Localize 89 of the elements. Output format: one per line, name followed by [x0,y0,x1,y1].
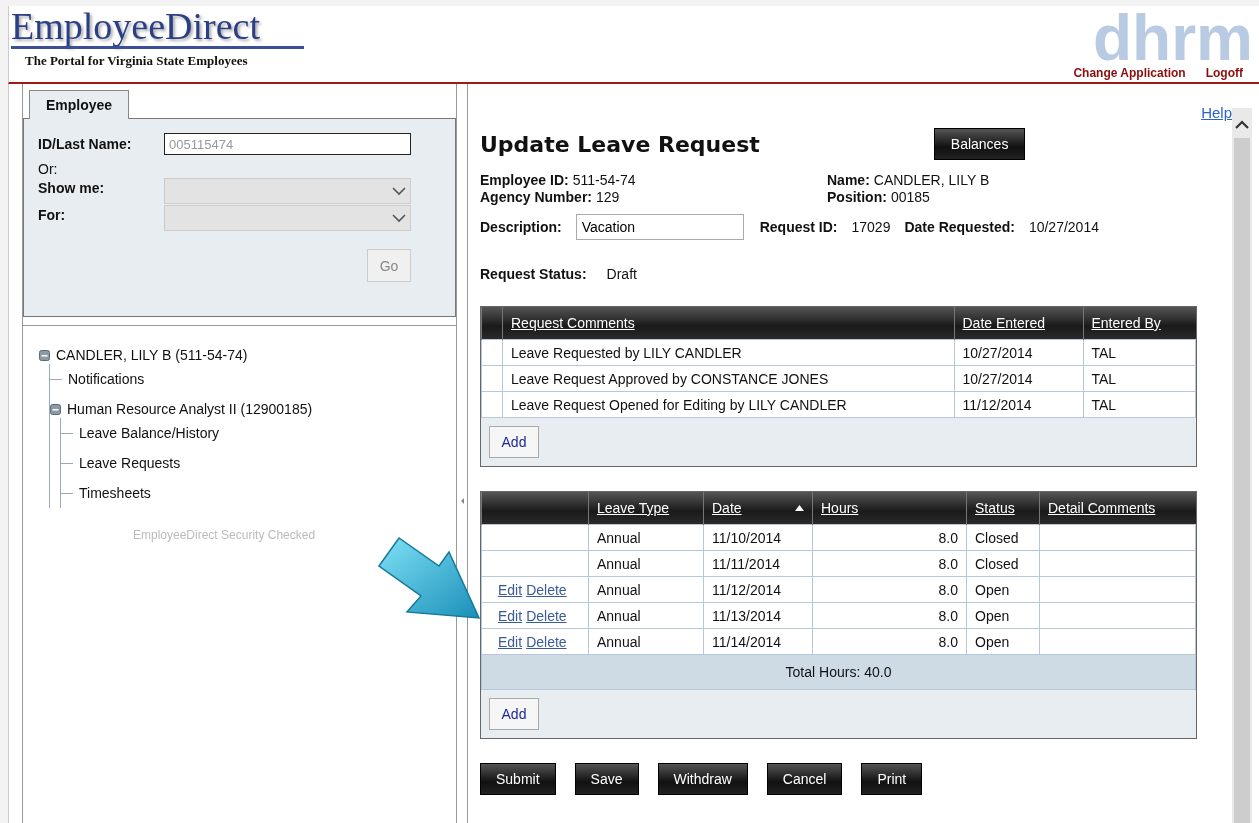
logo-title: EmployeeDirect [11,6,261,46]
table-cell: Closed [966,524,1040,551]
table-cell: Annual [588,576,704,603]
row-action-link[interactable]: Edit [498,633,523,650]
chevron-down-icon [392,186,406,196]
table-cell: 11/10/2014 [703,524,813,551]
scrollbar[interactable] [1232,108,1252,823]
column-header[interactable]: Request Comments [511,315,635,331]
table-cell: Leave Request Opened for Editing by LILY CANDLER [502,391,954,418]
id-field[interactable]: 005115474 [164,133,411,155]
table-cell: 11/12/2014 [703,576,813,603]
table-cell: Annual [588,524,704,551]
field-label: Show me: [38,179,106,196]
field-label: For: [38,206,67,223]
page-title: Update Leave Request [480,131,760,157]
table-cell: Open [966,628,1040,655]
collapse-icon[interactable] [50,403,61,415]
table-cell: Leave Request Approved by CONSTANCE JONES [502,365,954,392]
tree-item[interactable]: Notifications [68,371,145,387]
tree-item[interactable]: Leave Balance/History [79,425,220,441]
action-button[interactable]: Withdraw [657,763,748,795]
logo-tagline: The Portal for Virginia State Employees [24,52,249,69]
field-label: ID/Last Name: [38,136,133,152]
tree-item[interactable]: Timesheets [79,485,151,501]
scroll-up-icon[interactable] [1235,120,1249,130]
row-action-link[interactable]: Edit [498,581,523,598]
field-value: 129 [596,189,620,206]
collapse-handle-icon[interactable] [460,498,464,504]
tree-item[interactable]: Human Resource Analyst II (12900185) [67,401,313,417]
tree-item[interactable]: Leave Requests [79,455,181,471]
field-value: 17029 [851,219,891,235]
field-value: 10/27/2014 [1028,219,1099,235]
column-header[interactable]: Hours [821,500,859,516]
table-cell: 8.0 [812,628,967,655]
field-value: 00185 [890,189,930,206]
row-action-link[interactable]: Delete [526,633,567,650]
add-button[interactable]: Add [489,698,539,730]
table-cell: 8.0 [812,576,967,603]
table-cell: Annual [588,550,704,577]
field-label: Employee ID: [480,172,569,189]
table-cell: TAL [1083,391,1196,418]
collapse-icon[interactable] [39,349,50,361]
header-link[interactable]: Change Application [1073,66,1186,80]
table-cell: 11/11/2014 [703,550,813,577]
field-label: Agency Number: [480,189,593,206]
field-value: CANDLER, LILY B [873,172,990,189]
help-link[interactable]: Help [1201,104,1232,124]
column-header[interactable]: Date [712,500,742,516]
table-cell: 10/27/2014 [954,339,1083,366]
action-button[interactable]: Save [574,763,639,795]
field-label: Description: [480,219,562,235]
table-cell: Open [966,602,1040,629]
field-label: Date Requested: [904,219,1015,235]
or-label: Or: [38,161,59,177]
header-link[interactable]: Logoff [1205,66,1243,80]
field-label: Request ID: [759,219,838,235]
table-cell: TAL [1083,365,1196,392]
tab[interactable]: Employee [29,90,130,119]
table-cell: 11/14/2014 [703,628,813,655]
action-button[interactable]: Cancel [766,763,843,795]
field-value: Draft [606,266,637,282]
table-cell: 8.0 [812,550,967,577]
table-cell: 11/13/2014 [703,602,813,629]
security-note: EmployeeDirect Security Checked [133,528,317,542]
table-cell: TAL [1083,339,1196,366]
table-cell: 10/27/2014 [954,365,1083,392]
total-hours: Total Hours: 40.0 [785,664,892,680]
table-cell: Closed [966,550,1040,577]
field-label: Request Status: [480,266,587,282]
row-action-link[interactable]: Delete [526,607,567,624]
balances-button[interactable]: Balances [933,128,1026,160]
row-action-link[interactable]: Delete [526,581,567,598]
table-cell: 8.0 [812,602,967,629]
field-value: 511-54-74 [572,172,636,189]
description-field[interactable]: Vacation [575,214,744,240]
field-label: Position: [827,189,887,206]
tree-item[interactable]: CANDLER, LILY B (511-54-74) [56,347,248,363]
action-button[interactable]: Submit [480,763,556,795]
add-button[interactable]: Add [489,426,539,458]
table-cell: 8.0 [812,524,967,551]
table-cell: Leave Requested by LILY CANDLER [502,339,954,366]
table-cell: Annual [588,602,704,629]
table-cell: 11/12/2014 [954,391,1083,418]
row-action-link[interactable]: Edit [498,607,523,624]
table-cell: Annual [588,628,704,655]
action-button[interactable]: Print [861,763,923,795]
table-cell: Open [966,576,1040,603]
field-label: Name: [827,172,870,189]
chevron-down-icon [392,213,406,223]
